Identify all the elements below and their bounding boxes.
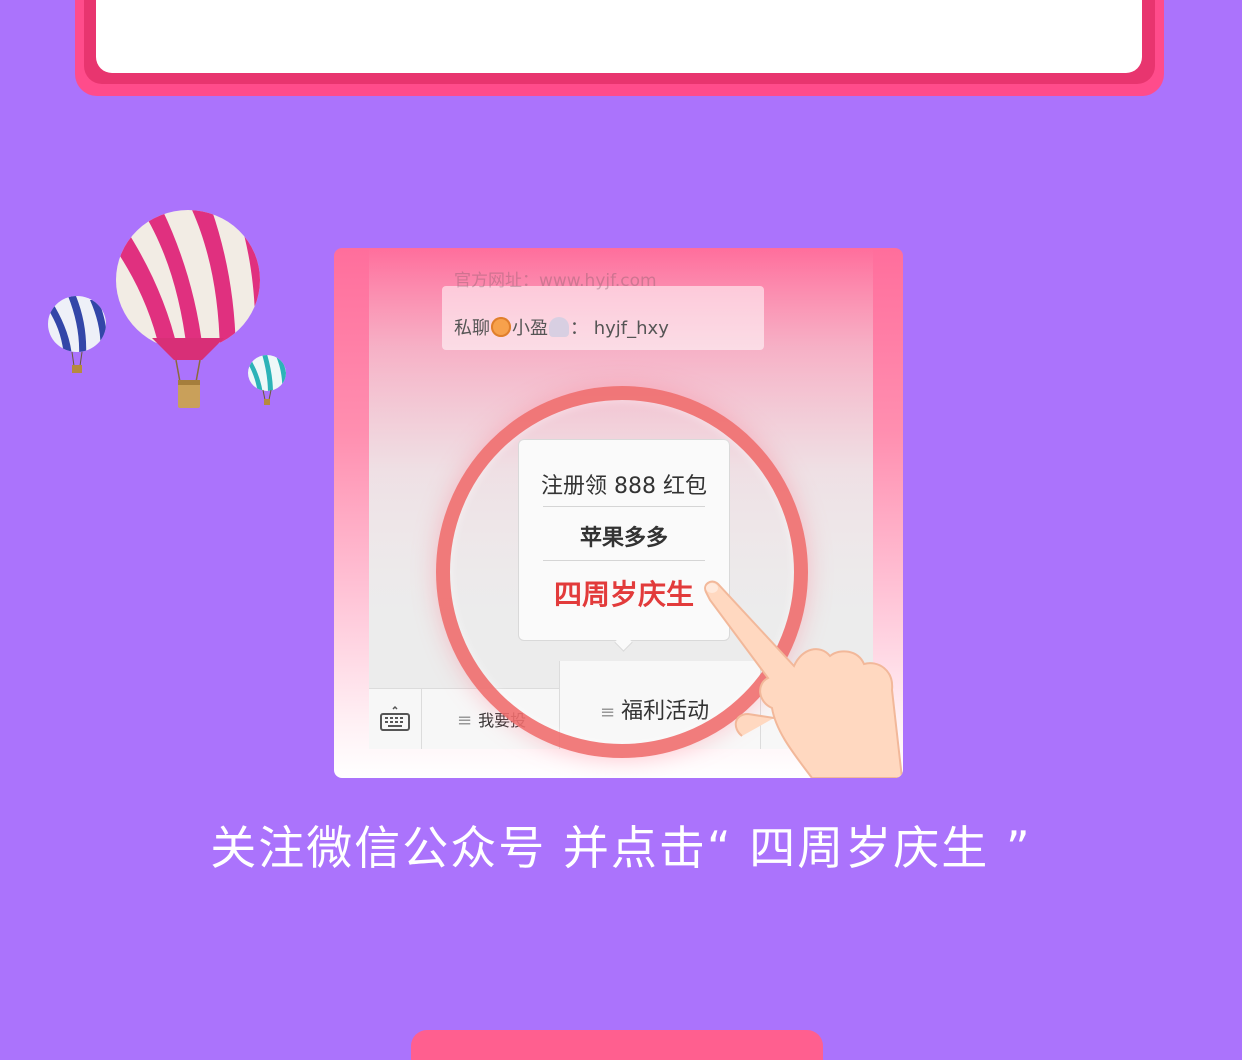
official-site-line: 官方网址：www.hyjf.com: [454, 271, 657, 291]
pointing-hand-icon: [704, 580, 903, 778]
private-chat-separator: ：: [570, 318, 588, 339]
private-chat-prefix: 私聊: [454, 318, 490, 339]
pig-emoji-icon: [491, 317, 511, 337]
keyboard-icon: [380, 705, 410, 731]
keyboard-toggle-button[interactable]: [369, 689, 422, 749]
bottom-action-button[interactable]: [411, 1030, 823, 1060]
menu-lines-icon: ≡: [457, 710, 473, 731]
wechat-screenshot: 官方网址：www.hyjf.com 私聊小盈： hyjf_hxy ≡我要投: [334, 248, 903, 778]
top-card-content: [96, 0, 1142, 73]
private-chat-account: hyjf_hxy: [593, 318, 669, 339]
private-chat-name: 小盈: [512, 318, 548, 339]
ghost-emoji-icon: [549, 317, 569, 337]
hot-air-balloon-icon: [116, 210, 260, 408]
hot-air-balloon-icon: [248, 355, 286, 405]
instruction-caption: 关注微信公众号 并点击“ 四周岁庆生 ”: [210, 821, 1032, 875]
private-chat-line: 私聊 小盈 ： hyjf_hxy: [454, 314, 669, 340]
hot-air-balloon-icon: [48, 296, 106, 373]
